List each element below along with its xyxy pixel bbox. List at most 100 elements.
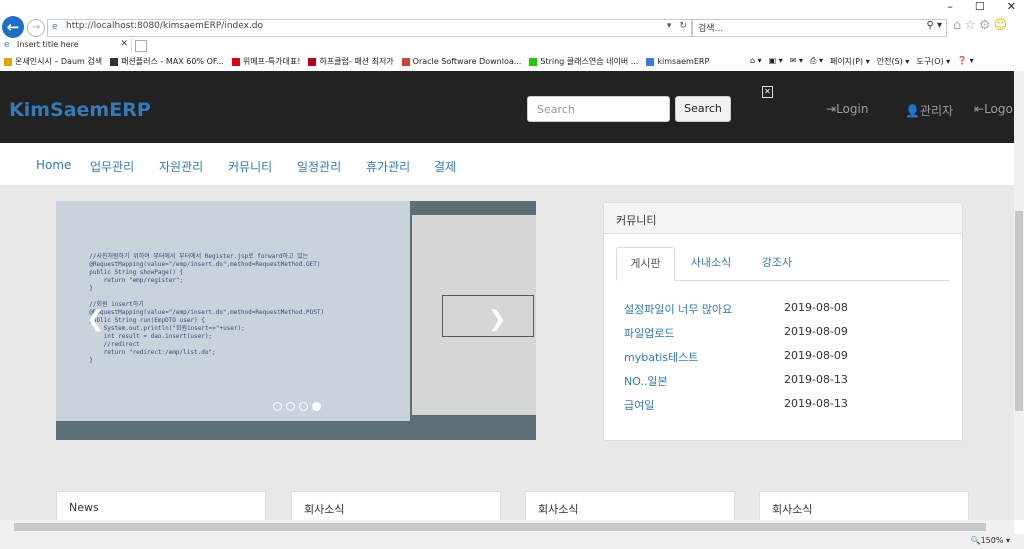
close-tab-icon[interactable]: ✕ (120, 39, 128, 49)
address-url[interactable]: http://localhost:8080/kimsaemERP/index.d… (66, 21, 263, 31)
company-news-card: 회사소식 (759, 491, 969, 520)
favorite-icon (308, 57, 317, 66)
favorites-list: 온새인시시 – Daum 검색 패션플러스 - MAX 60% OF... 위메프-… (4, 56, 709, 67)
search-placeholder: Search (537, 103, 575, 116)
logout-link[interactable]: ⇤Logo (974, 102, 1013, 116)
login-icon: ⇥ (826, 102, 837, 116)
menu-home[interactable]: Home (36, 158, 71, 172)
search-input[interactable]: Search (527, 96, 670, 122)
address-row: ← → e http://localhost:8080/kimsaemERP/i… (0, 14, 1024, 38)
company-news-card: 회사소식 (525, 491, 735, 520)
menu-resources[interactable]: 자원관리 (159, 158, 203, 175)
search-button[interactable]: Search (675, 96, 731, 122)
horizontal-scrollbar[interactable] (0, 520, 1014, 534)
favorite-label: 온새인시시 – Daum 검색 (15, 57, 103, 66)
menu-schedule[interactable]: 일정관리 (297, 158, 341, 175)
address-bar[interactable]: e http://localhost:8080/kimsaemERP/index… (47, 19, 692, 37)
window-controls: – ☐ ✕ (947, 0, 1016, 13)
post-date: 2019-08-13 (784, 397, 848, 410)
favorite-label: Oracle Software Downloa... (412, 57, 522, 66)
refresh-icon[interactable]: ↻ (679, 21, 687, 31)
brand-link[interactable]: KimSaemERP (9, 99, 151, 121)
admin-label: 관리자 (919, 104, 954, 118)
tab-company-news[interactable]: 사내소식 (678, 247, 744, 279)
command-tools[interactable]: 도구(O) ▾ (916, 56, 950, 67)
home-cmd-icon[interactable]: ⌂ ▾ (750, 56, 762, 67)
carousel-photo-whiteboard (412, 215, 536, 415)
back-button[interactable]: ← (2, 16, 24, 38)
smiley-icon[interactable]: ☺ (994, 18, 1008, 33)
menu-work[interactable]: 업무관리 (90, 158, 134, 175)
horizontal-scroll-thumb[interactable] (14, 523, 986, 531)
tab-board[interactable]: 게시판 (616, 247, 675, 281)
feeds-icon[interactable]: ▣ ▾ (769, 56, 783, 67)
search-icon[interactable]: ⚲ ▾ (926, 20, 942, 31)
post-title[interactable]: 설정파일이 너무 많아요 (624, 301, 732, 317)
post-title[interactable]: NO..일본 (624, 373, 668, 389)
post-title[interactable]: 파일업로드 (624, 325, 675, 341)
carousel-next-icon[interactable]: ❯ (488, 307, 506, 332)
print-icon[interactable]: ⎙ ▾ (810, 56, 823, 67)
favorite-item[interactable]: 패션플러스 - MAX 60% OF... (110, 56, 224, 67)
favorite-item[interactable]: String 클래스연습 네이버 ... (529, 56, 638, 67)
favorites-star-icon[interactable]: ☆ (964, 18, 976, 33)
login-link[interactable]: ⇥Login (826, 102, 868, 116)
mail-icon[interactable]: ✉ ▾ (790, 56, 803, 67)
browser-tab[interactable]: e Insert title here ✕ (0, 38, 132, 53)
command-page[interactable]: 페이지(P) ▾ (830, 56, 870, 67)
window-titlebar: – ☐ ✕ (0, 0, 1024, 14)
close-window-button[interactable]: ✕ (1007, 0, 1016, 13)
card-title: 회사소식 (772, 503, 813, 516)
main-menu: Home 업무관리 자원관리 커뮤니티 일정관리 휴가관리 결제 (0, 143, 1014, 185)
vertical-scroll-thumb[interactable] (1015, 211, 1023, 411)
logout-label: Logo (984, 102, 1013, 116)
favorite-item[interactable]: Oracle Software Downloa... (401, 56, 522, 67)
carousel-indicators (273, 402, 321, 411)
admin-link[interactable]: 👤관리자 (905, 102, 953, 119)
post-title[interactable]: mybatis테스트 (624, 349, 698, 365)
carousel-prev-icon[interactable]: ❮ (86, 307, 104, 332)
vertical-scrollbar[interactable] (1014, 71, 1024, 520)
favorite-item[interactable]: 하프클럽- 패션 최저가 (308, 56, 394, 67)
carousel-dot[interactable] (286, 402, 295, 411)
favorite-item[interactable]: 위메프-특가대표! (231, 56, 300, 67)
top-navbar: KimSaemERP Search Search ✕ ⇥Login 👤관리자 ⇤… (0, 71, 1014, 143)
maximize-button[interactable]: ☐ (975, 0, 985, 13)
address-dropdown-icon[interactable]: ▾ (667, 21, 672, 31)
favorite-item[interactable]: kimsaemERP (646, 56, 709, 67)
browser-search-placeholder: 검색... (698, 24, 724, 34)
browser-search-input[interactable]: 검색... ⚲ ▾ (692, 19, 947, 37)
forward-button[interactable]: → (27, 19, 45, 37)
tab-emphasis[interactable]: 강조사 (750, 247, 804, 279)
carousel-code-text: //사진처럼하기 위하여 부터에서 부터에서 Register.jsp로 for… (89, 253, 325, 364)
carousel-dot[interactable] (299, 402, 308, 411)
favorite-icon (401, 57, 410, 66)
login-label: Login (836, 102, 869, 116)
menu-payment[interactable]: 결제 (434, 158, 456, 175)
carousel-dot-active[interactable] (312, 402, 321, 411)
image-carousel: //사진처럼하기 위하여 부터에서 부터에서 Register.jsp로 for… (56, 201, 536, 440)
help-icon[interactable]: ❓ ▾ (957, 56, 974, 67)
post-date: 2019-08-09 (784, 349, 848, 362)
panel-heading: 커뮤니티 (604, 203, 962, 234)
favorite-icon (110, 57, 119, 66)
favorite-label: kimsaemERP (657, 57, 710, 66)
new-tab-button[interactable] (135, 40, 147, 52)
favorites-bar: 온새인시시 – Daum 검색 패션플러스 - MAX 60% OF... 위메프-… (0, 54, 1024, 72)
zoom-level[interactable]: 🔍150% ▾ (971, 536, 1010, 545)
menu-vacation[interactable]: 휴가관리 (366, 158, 410, 175)
card-title: News (69, 501, 99, 514)
gear-icon[interactable]: ⚙ (979, 18, 991, 33)
favorite-item[interactable]: 온새인시시 – Daum 검색 (4, 56, 102, 67)
post-date: 2019-08-13 (784, 373, 848, 386)
command-safety[interactable]: 안전(S) ▾ (877, 56, 910, 67)
favorite-icon (529, 57, 538, 66)
carousel-dot[interactable] (273, 402, 282, 411)
community-panel: 커뮤니티 게시판 사내소식 강조사 설정파일이 너무 많아요 2019-08-0… (603, 202, 963, 441)
post-title[interactable]: 급여일 (624, 397, 654, 413)
close-icon[interactable]: ✕ (762, 86, 773, 98)
tab-row: e Insert title here ✕ (0, 38, 1024, 54)
menu-community[interactable]: 커뮤니티 (228, 158, 272, 175)
minimize-button[interactable]: – (947, 0, 953, 13)
home-icon[interactable]: ⌂ (953, 18, 961, 33)
